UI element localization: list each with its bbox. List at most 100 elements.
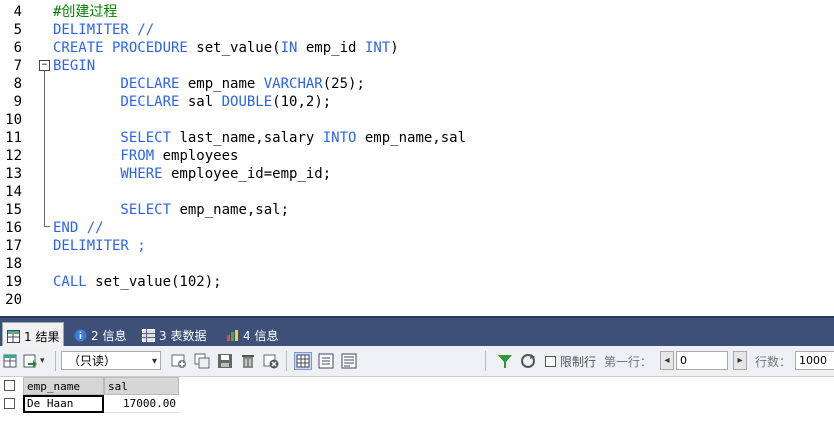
code-line[interactable]: 11 SELECT last_name,salary INTO emp_name… (0, 129, 834, 147)
tab-info-4[interactable]: 4 信息 (226, 324, 278, 346)
select-all-checkbox[interactable] (4, 380, 15, 391)
code-line[interactable]: 8 DECLARE emp_name VARCHAR(25); (0, 75, 834, 93)
sql-keyword: CALL (53, 274, 87, 290)
toolbar-separator (485, 351, 486, 371)
code-text: CALL set_value(102); (53, 273, 222, 291)
line-number: 18 (5, 256, 22, 272)
code-line[interactable]: 15 SELECT emp_name,sal; (0, 201, 834, 219)
result-grid: emp_name sal De Haan 17000.00 (0, 377, 834, 429)
line-number: 15 (5, 202, 22, 218)
code-text: SELECT emp_name,sal; (53, 201, 289, 219)
code-text: DELIMITER // (53, 21, 154, 39)
grid-view-icon[interactable] (294, 352, 312, 370)
first-row-next-button[interactable]: ▸ (733, 351, 747, 370)
row-checkbox[interactable] (4, 398, 15, 409)
code-text: FROM employees (53, 147, 238, 165)
line-number: 14 (5, 184, 22, 200)
code-line[interactable]: 19 CALL set_value(102); (0, 273, 834, 291)
sql-keyword: DELIMITER ; (53, 238, 146, 254)
first-row-input[interactable]: 0 (676, 351, 728, 370)
code-text: WHERE employee_id=emp_id; (53, 165, 331, 183)
line-number: 19 (5, 274, 22, 290)
row-count-input[interactable]: 1000 (795, 351, 834, 370)
row-count-label: 行数： (755, 355, 792, 369)
line-number: 20 (5, 292, 22, 308)
sql-keyword: IN (280, 40, 298, 56)
import-dropdown-icon[interactable]: ▾ (40, 352, 50, 370)
code-line[interactable]: 5 DELIMITER // (0, 21, 834, 39)
tab-info-2[interactable]: 2 信息 (74, 324, 126, 346)
tab-tabledata-3[interactable]: 3 表数据 (142, 324, 206, 346)
sql-token: sal (179, 94, 222, 110)
line-number: 5 (13, 22, 22, 38)
sql-keyword: DECLARE (53, 76, 180, 92)
insert-row-icon[interactable] (170, 352, 188, 370)
sql-keyword: FROM (53, 148, 155, 164)
code-line[interactable]: 12 FROM employees (0, 147, 834, 165)
table-cell-sal[interactable]: 17000.00 (104, 395, 179, 413)
code-line[interactable]: 17 DELIMITER ; (0, 237, 834, 255)
tab-result-1[interactable]: 1 结果 (2, 322, 65, 349)
sql-comment: #创建过程 (53, 4, 118, 20)
duplicate-row-icon[interactable] (193, 352, 211, 370)
first-row-prev-button[interactable]: ◂ (660, 351, 674, 370)
code-text: CREATE PROCEDURE set_value(IN emp_id INT… (53, 39, 399, 57)
code-text: DECLARE sal DOUBLE(10,2); (53, 93, 331, 111)
code-line[interactable]: 16 END // (0, 219, 834, 237)
toolbar-separator (286, 351, 287, 371)
sql-keyword: DECLARE (53, 94, 180, 110)
result-tabbar: 1 结果 2 信息 3 表数据 4 信息 (0, 316, 834, 349)
code-text: END // (53, 219, 104, 237)
sql-keyword: SELECT (53, 130, 172, 146)
first-row-label: 第一行： (604, 355, 653, 369)
code-line[interactable]: 4 #创建过程 (0, 3, 834, 21)
sql-editor[interactable]: 4 #创建过程 5 DELIMITER // 6 CREATE PROCEDURE set… (0, 0, 834, 316)
line-number: 17 (5, 238, 22, 254)
refresh-icon[interactable] (519, 352, 537, 370)
code-line[interactable]: 14 (0, 183, 834, 201)
line-number: 7 (13, 58, 22, 74)
sql-keyword: DOUBLE (221, 94, 273, 110)
cancel-changes-icon[interactable] (262, 352, 280, 370)
line-number: 9 (13, 94, 22, 110)
limit-rows-checkbox[interactable] (545, 356, 556, 367)
code-line[interactable]: 18 (0, 255, 834, 273)
table-data-icon (142, 328, 155, 342)
table-cell-emp-name[interactable]: De Haan (23, 395, 104, 413)
line-number: 13 (5, 166, 22, 182)
result-toolbar: ▾ （只读） ▾ 限制行 第一行： ◂ 0 ▸ 行数： 1000 (0, 346, 834, 377)
limit-rows-label: 限制行 (560, 355, 597, 369)
code-line[interactable]: 7 BEGIN (0, 57, 834, 75)
code-text: SELECT last_name,salary INTO emp_name,sa… (53, 129, 466, 147)
code-line[interactable]: 6 CREATE PROCEDURE set_value(IN emp_id IN… (0, 39, 834, 57)
tab-label: 2 信息 (91, 328, 127, 343)
filter-icon[interactable] (496, 352, 514, 370)
delete-icon[interactable] (239, 352, 257, 370)
result-mode-select[interactable]: （只读） ▾ (61, 351, 161, 370)
code-line[interactable]: 10 (0, 111, 834, 129)
sql-keyword: DELIMITER // (53, 22, 155, 38)
code-line[interactable]: 13 WHERE employee_id=emp_id; (0, 165, 834, 183)
sql-keyword: INTO (322, 130, 357, 146)
text-view-icon[interactable] (340, 352, 358, 370)
sql-keyword: CREATE PROCEDURE (53, 40, 197, 56)
import-icon[interactable] (22, 352, 40, 370)
fold-guide (44, 70, 45, 226)
save-icon[interactable] (216, 352, 234, 370)
sql-keyword: VARCHAR (263, 76, 323, 92)
form-view-icon[interactable] (317, 352, 335, 370)
result-grid-icon (7, 329, 20, 343)
line-number: 8 (13, 76, 22, 92)
sql-keyword: BEGIN (53, 58, 96, 74)
tab-label: 4 信息 (243, 328, 279, 343)
toolbar-separator (55, 351, 56, 371)
code-text: DECLARE emp_name VARCHAR(25); (53, 75, 364, 93)
code-line[interactable]: 9 DECLARE sal DOUBLE(10,2); (0, 93, 834, 111)
column-header-emp-name[interactable]: emp_name (23, 377, 104, 395)
export-icon[interactable] (2, 352, 20, 370)
column-header-sal[interactable]: sal (104, 377, 179, 395)
code-text: BEGIN (53, 57, 95, 75)
line-number: 4 (13, 4, 22, 20)
code-line[interactable]: 20 (0, 291, 834, 309)
tab-label: 1 结果 (24, 329, 60, 344)
